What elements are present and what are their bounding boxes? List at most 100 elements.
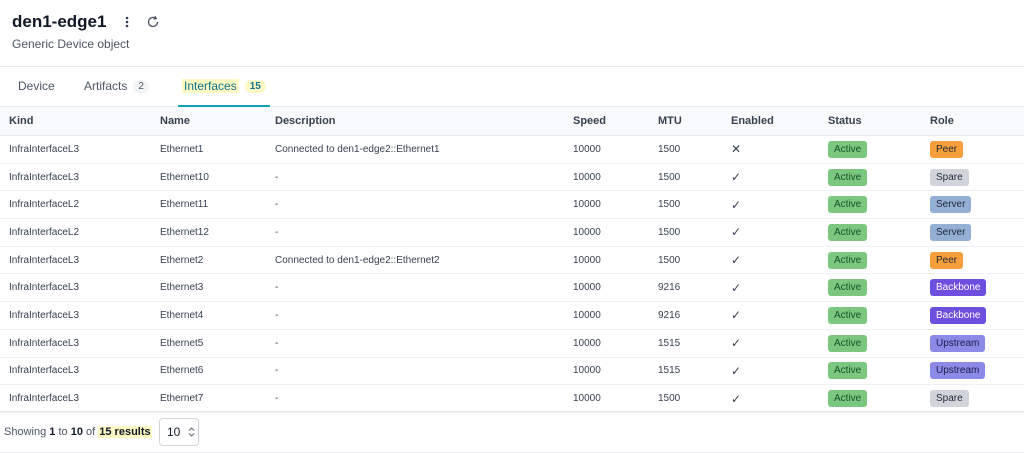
cell-mtu: 9216	[649, 273, 722, 303]
cell-role: Backbone	[921, 301, 1024, 330]
cell-kind: InfraInterfaceL3	[0, 246, 151, 275]
table-row[interactable]: InfraInterfaceL3 Ethernet1 Connected to de…	[0, 135, 1024, 164]
cell-mtu: 1515	[649, 357, 722, 386]
cell-role: Server	[921, 218, 1024, 247]
table-row[interactable]: InfraInterfaceL3 Ethernet6-10000 1515 ✓ Acti…	[0, 357, 1024, 386]
table-row[interactable]: InfraInterfaceL3 Ethernet10-10000 1500 ✓ Act…	[0, 163, 1024, 192]
cell-mtu: 1500	[649, 218, 722, 247]
table-row[interactable]: InfraInterfaceL3 Ethernet7-10000 1500 ✓ Acti…	[0, 384, 1024, 413]
role-badge: Backbone	[930, 279, 987, 297]
cell-speed: 10000	[564, 246, 649, 275]
results-summary: Showing 1 to 10 of 15 results	[4, 426, 152, 438]
tab-label: Interfaces	[182, 79, 239, 93]
cell-name: Ethernet6	[151, 357, 266, 386]
cell-role: Spare	[921, 384, 1024, 413]
page-size-value: 10	[167, 425, 181, 439]
cell-role: Backbone	[921, 273, 1024, 303]
cell-status: Active	[819, 163, 921, 192]
cell-description: -	[266, 301, 564, 330]
role-badge: Backbone	[930, 306, 987, 324]
check-icon: ✓	[731, 225, 742, 240]
cell-enabled: ✓	[722, 246, 819, 275]
column-header-mtu[interactable]: MTU	[649, 107, 722, 136]
column-header-role[interactable]: Role	[921, 107, 1024, 136]
status-badge: Active	[828, 140, 868, 158]
cell-status: Active	[819, 190, 921, 220]
cell-enabled: ✓	[722, 273, 819, 303]
table-header-row: Kind Name Description Speed MTU Enabled …	[0, 107, 1024, 136]
cell-mtu: 1500	[649, 246, 722, 275]
table-row[interactable]: InfraInterfaceL2 Ethernet12-10000 1500 ✓ Act…	[0, 218, 1024, 247]
status-badge: Active	[828, 279, 868, 297]
cell-mtu: 1515	[649, 329, 722, 358]
role-badge: Server	[930, 223, 972, 241]
cell-mtu: 1500	[649, 163, 722, 192]
cell-description: -	[266, 190, 564, 220]
cell-mtu: 9216	[649, 301, 722, 330]
cell-speed: 10000	[564, 190, 649, 220]
role-badge: Server	[930, 196, 972, 214]
cell-status: Active	[819, 218, 921, 247]
status-badge: Active	[828, 168, 868, 186]
cell-enabled: ✓	[722, 384, 819, 413]
pagination-footer: Showing 1 to 10 of 15 results 10	[0, 411, 1024, 453]
table-row[interactable]: InfraInterfaceL3 Ethernet3-10000 9216 ✓ Acti…	[0, 273, 1024, 303]
column-header-kind[interactable]: Kind	[0, 107, 151, 136]
cell-name: Ethernet4	[151, 301, 266, 330]
cell-status: Active	[819, 246, 921, 275]
cell-description: -	[266, 384, 564, 413]
cell-speed: 10000	[564, 357, 649, 386]
cell-role: Server	[921, 190, 1024, 220]
cell-role: Peer	[921, 246, 1024, 275]
status-badge: Active	[828, 390, 868, 408]
cell-speed: 10000	[564, 135, 649, 164]
kebab-icon[interactable]	[118, 13, 136, 31]
check-icon: ✓	[731, 363, 742, 378]
cell-speed: 10000	[564, 218, 649, 247]
column-header-enabled[interactable]: Enabled	[722, 107, 819, 136]
column-header-name[interactable]: Name	[151, 107, 266, 136]
results-prefix: Showing	[4, 426, 47, 438]
status-badge: Active	[828, 196, 868, 214]
tab-artifacts[interactable]: Artifacts 2	[84, 66, 149, 106]
column-header-description[interactable]: Description	[266, 107, 564, 136]
cell-name: Ethernet3	[151, 273, 266, 303]
cell-kind: InfraInterfaceL3	[0, 329, 151, 358]
cell-mtu: 1500	[649, 190, 722, 220]
table-row[interactable]: InfraInterfaceL2 Ethernet11-10000 1500 ✓ Act…	[0, 190, 1024, 220]
cell-kind: InfraInterfaceL3	[0, 357, 151, 386]
cell-speed: 10000	[564, 163, 649, 192]
cell-kind: InfraInterfaceL3	[0, 273, 151, 303]
cell-kind: InfraInterfaceL2	[0, 190, 151, 220]
tab-device[interactable]: Device	[18, 66, 55, 106]
check-icon: ✓	[731, 308, 742, 323]
tab-count-badge: 2	[133, 79, 149, 93]
cell-speed: 10000	[564, 273, 649, 303]
cell-description: -	[266, 357, 564, 386]
table-row[interactable]: InfraInterfaceL3 Ethernet5-10000 1515 ✓ Acti…	[0, 329, 1024, 358]
cell-speed: 10000	[564, 301, 649, 330]
cell-kind: InfraInterfaceL3	[0, 135, 151, 164]
tab-interfaces[interactable]: Interfaces 15	[178, 66, 270, 107]
check-icon: ✓	[731, 197, 742, 212]
check-icon: ✓	[731, 280, 742, 295]
column-header-speed[interactable]: Speed	[564, 107, 649, 136]
page-size-select[interactable]: 10	[159, 418, 199, 446]
cell-name: Ethernet2	[151, 246, 266, 275]
page-subtitle: Generic Device object	[12, 37, 130, 51]
check-icon: ✓	[731, 253, 742, 268]
cell-kind: InfraInterfaceL2	[0, 218, 151, 247]
results-to-word: to	[58, 426, 68, 438]
cell-enabled: ✓	[722, 329, 819, 358]
cell-enabled: ✓	[722, 190, 819, 220]
table-row[interactable]: InfraInterfaceL3 Ethernet2 Connected to de…	[0, 246, 1024, 275]
cell-speed: 10000	[564, 329, 649, 358]
results-to: 10	[70, 426, 83, 438]
table-row[interactable]: InfraInterfaceL3 Ethernet4-10000 9216 ✓ Acti…	[0, 301, 1024, 330]
role-badge: Upstream	[930, 362, 986, 380]
refresh-icon[interactable]	[144, 13, 162, 31]
status-badge: Active	[828, 362, 868, 380]
tab-label: Artifacts	[84, 79, 128, 93]
status-badge: Active	[828, 223, 868, 241]
column-header-status[interactable]: Status	[819, 107, 921, 136]
